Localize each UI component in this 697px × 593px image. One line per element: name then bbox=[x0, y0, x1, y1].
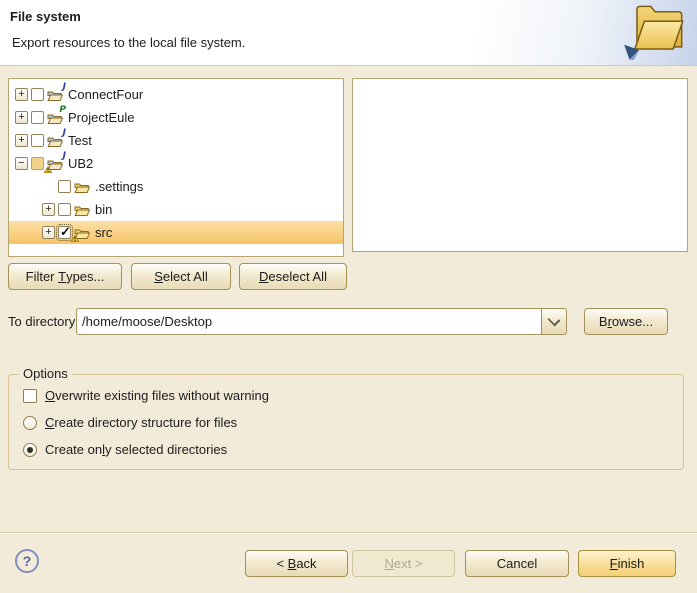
java-project-folder-icon: J bbox=[47, 88, 63, 102]
resource-tree-panel[interactable]: + J ConnectFour + P ProjectEule + J bbox=[8, 78, 344, 257]
warning-overlay-icon bbox=[71, 235, 79, 242]
finish-button[interactable]: Finish bbox=[578, 550, 676, 577]
directory-value: /home/moose/Desktop bbox=[82, 314, 212, 329]
java-overlay-badge: J bbox=[63, 83, 66, 92]
tree-item-test[interactable]: + J Test bbox=[9, 129, 343, 152]
expand-toggle-icon[interactable]: + bbox=[15, 111, 28, 124]
project-overlay-badge: P bbox=[59, 106, 66, 115]
tree-item-label: .settings bbox=[93, 179, 143, 194]
folder-icon bbox=[74, 226, 90, 240]
directory-dropdown-button[interactable] bbox=[541, 308, 567, 335]
next-button: Next > bbox=[352, 550, 455, 577]
tree-item-connectfour[interactable]: + J ConnectFour bbox=[9, 83, 343, 106]
help-button[interactable]: ? bbox=[15, 549, 39, 573]
tree-item-src[interactable]: + src bbox=[9, 221, 343, 244]
tree-item-label: UB2 bbox=[66, 156, 93, 171]
java-overlay-badge: J bbox=[63, 152, 66, 161]
cancel-button[interactable]: Cancel bbox=[465, 550, 569, 577]
export-folder-icon bbox=[621, 2, 687, 64]
bin-checkbox[interactable] bbox=[58, 203, 71, 216]
src-checkbox[interactable] bbox=[58, 226, 71, 239]
tree-item-ub2[interactable]: − J UB2 bbox=[9, 152, 343, 175]
folder-icon bbox=[74, 180, 90, 194]
ub2-checkbox[interactable] bbox=[31, 157, 44, 170]
deselect-all-button[interactable]: Deselect All bbox=[239, 263, 347, 290]
test-checkbox[interactable] bbox=[31, 134, 44, 147]
page-title: File system bbox=[10, 9, 81, 24]
options-group: Options Overwrite existing files without… bbox=[8, 374, 684, 470]
wizard-header: File system Export resources to the loca… bbox=[0, 0, 697, 66]
expand-toggle-icon[interactable]: + bbox=[42, 203, 55, 216]
directory-combo-input[interactable]: /home/moose/Desktop bbox=[76, 308, 542, 335]
project-folder-icon: P bbox=[47, 111, 63, 125]
java-project-folder-icon: J bbox=[47, 157, 63, 171]
overwrite-checkbox[interactable] bbox=[23, 389, 37, 403]
file-list-panel[interactable] bbox=[352, 78, 688, 252]
tree-item-settings[interactable]: .settings bbox=[9, 175, 343, 198]
select-all-button[interactable]: Select All bbox=[131, 263, 231, 290]
java-project-folder-icon: J bbox=[47, 134, 63, 148]
expand-toggle-icon[interactable]: + bbox=[15, 88, 28, 101]
overwrite-label: Overwrite existing files without warning bbox=[45, 388, 269, 403]
warning-overlay-icon bbox=[44, 166, 52, 173]
options-group-title: Options bbox=[19, 366, 72, 381]
create-directory-structure-radio[interactable] bbox=[23, 416, 37, 430]
tree-item-label: Test bbox=[66, 133, 92, 148]
create-directory-structure-label: Create directory structure for files bbox=[45, 415, 237, 430]
tree-item-label: ProjectEule bbox=[66, 110, 134, 125]
page-description: Export resources to the local file syste… bbox=[12, 35, 245, 50]
tree-item-bin[interactable]: + bin bbox=[9, 198, 343, 221]
folder-icon bbox=[74, 203, 90, 217]
projecteule-checkbox[interactable] bbox=[31, 111, 44, 124]
browse-button[interactable]: Browse... bbox=[584, 308, 668, 335]
connectfour-checkbox[interactable] bbox=[31, 88, 44, 101]
collapse-toggle-icon[interactable]: − bbox=[15, 157, 28, 170]
overwrite-option[interactable]: Overwrite existing files without warning bbox=[23, 388, 683, 403]
expand-toggle-icon[interactable]: + bbox=[42, 226, 55, 239]
tree-item-projecteule[interactable]: + P ProjectEule bbox=[9, 106, 343, 129]
create-directory-structure-option[interactable]: Create directory structure for files bbox=[23, 415, 683, 430]
settings-checkbox[interactable] bbox=[58, 180, 71, 193]
back-button[interactable]: < Back bbox=[245, 550, 348, 577]
footer-separator bbox=[0, 532, 697, 534]
filter-types-button[interactable]: Filter Types... bbox=[8, 263, 122, 290]
create-only-selected-label: Create only selected directories bbox=[45, 442, 227, 457]
create-only-selected-radio[interactable] bbox=[23, 443, 37, 457]
tree-item-label: src bbox=[93, 225, 112, 240]
chevron-down-icon bbox=[548, 313, 561, 326]
question-mark-icon: ? bbox=[23, 553, 32, 569]
tree-item-label: bin bbox=[93, 202, 112, 217]
create-only-selected-option[interactable]: Create only selected directories bbox=[23, 442, 683, 457]
tree-item-label: ConnectFour bbox=[66, 87, 143, 102]
java-overlay-badge: J bbox=[63, 129, 66, 138]
expand-toggle-icon[interactable]: + bbox=[15, 134, 28, 147]
to-directory-label: To directory: bbox=[8, 308, 79, 335]
